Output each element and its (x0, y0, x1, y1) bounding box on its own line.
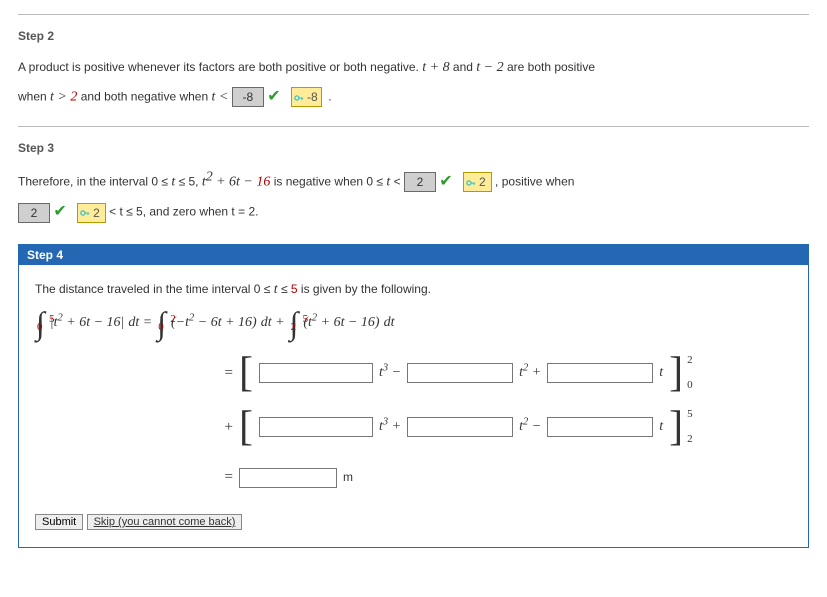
row1-lim-top: 2 (687, 355, 693, 366)
int1-dt: dt = (128, 310, 152, 337)
row1-eq: = (205, 359, 233, 388)
step3-key-value-1: 2 (479, 175, 486, 189)
step3-key-box-2[interactable]: 2 (77, 203, 106, 223)
step4-intro-a: The distance traveled in the time interv… (35, 282, 274, 296)
step2-cond1-lhs: t > (50, 89, 70, 104)
step4-intro-c: is given by the following. (301, 282, 431, 296)
int1-lb: 0 (37, 313, 43, 341)
step3-poly-16: 16 (256, 174, 270, 189)
step4-eval-grid: = [ t3 − t2 + t ] 2 0 + [ (35, 355, 792, 492)
row1-t: t (659, 360, 663, 387)
row1-limits: 2 0 (687, 355, 693, 391)
step4-eval-row-1: = [ t3 − t2 + t ] 2 0 (205, 355, 792, 391)
step2-period: . (328, 89, 331, 103)
step3-poly-sup: 2 (206, 169, 213, 184)
int1-ub: 5 (49, 305, 55, 333)
step3-key-value-2: 2 (93, 206, 100, 220)
step3-key-box-1[interactable]: 2 (463, 172, 492, 192)
row2-limits: 5 2 (687, 409, 693, 445)
row2-lim-top: 5 (687, 409, 693, 420)
int2-dt: dt + (261, 310, 285, 337)
key-icon (294, 93, 304, 103)
right-bracket-icon: ] (669, 412, 683, 442)
int2-ub: 2 (170, 305, 176, 333)
step4-intro: The distance traveled in the time interv… (35, 277, 792, 304)
step2-text-b: are both positive (507, 60, 595, 74)
row1-lim-bot: 0 (687, 380, 693, 391)
step3-leq5: ≤ 5, (179, 174, 202, 188)
step2-key-value-1: -8 (307, 90, 318, 104)
step2-cond2-lhs: t < (212, 89, 232, 104)
check-icon: ✔ (267, 82, 280, 112)
step4-eval-row-3: = m (205, 463, 792, 492)
row1-blank-c[interactable] (547, 363, 653, 383)
skip-link[interactable]: Skip (you cannot come back) (87, 514, 243, 530)
step2-answer-box-1: -8 (232, 87, 264, 107)
step4-intro-t: t (274, 282, 278, 297)
submit-button[interactable]: Submit (35, 514, 83, 530)
step4-integral-equation: ∫ 5 0 |t2 + 6t − 16| dt = ∫ 2 0 (−t2 − 6… (35, 309, 792, 337)
step3-answer-box-2: 2 (18, 203, 50, 223)
step3-text-a: Therefore, in the interval 0 ≤ (18, 174, 171, 188)
check-icon: ✔ (53, 197, 66, 227)
int3-ub: 5 (303, 305, 309, 333)
step4-intro-five: 5 (291, 282, 298, 296)
step2-and: and (453, 60, 476, 74)
integral-symbol-2: ∫ 2 0 (156, 309, 167, 337)
step4-heading: Step 4 (19, 245, 808, 265)
step3-poly-rest: + 6t − (216, 174, 256, 189)
step3-tvar-1: t (171, 174, 175, 189)
step2-text-c: when (18, 89, 50, 103)
step3-answer-box-1: 2 (404, 172, 436, 192)
step2-cond1-rhs: 2 (70, 89, 77, 104)
integral-symbol-1: ∫ 5 0 (35, 309, 46, 337)
step3-tail: < t ≤ 5, and zero when t = 2. (109, 205, 258, 219)
step2-heading: Step 2 (18, 29, 809, 43)
step3-text-pos: , positive when (495, 174, 574, 188)
integral-symbol-3: ∫ 5 2 (289, 309, 300, 337)
row1-blank-b[interactable] (407, 363, 513, 383)
step4-intro-b: ≤ (281, 282, 291, 296)
row2-lim-bot: 2 (687, 434, 693, 445)
step2-expr2: t − 2 (476, 60, 503, 75)
step2-text-d: and both negative when (81, 89, 212, 103)
step4-eval-row-2: + [ t3 + t2 − t ] 5 2 (205, 409, 792, 445)
row2-t: t (659, 414, 663, 441)
row3-unit: m (343, 466, 353, 489)
step4-card: Step 4 The distance traveled in the time… (18, 244, 809, 548)
left-bracket-icon: [ (239, 412, 253, 442)
step3-heading: Step 3 (18, 141, 809, 155)
int2-lb: 0 (158, 313, 164, 341)
step2-text-a: A product is positive whenever its facto… (18, 60, 422, 74)
step3-lt: < (394, 174, 404, 188)
key-icon (466, 178, 476, 188)
step3-body: Therefore, in the interval 0 ≤ t ≤ 5, t2… (18, 167, 809, 228)
right-bracket-icon: ] (669, 358, 683, 388)
step4-actions: Submit Skip (you cannot come back) (35, 510, 792, 533)
int3-lb: 2 (291, 313, 297, 341)
row2-blank-b[interactable] (407, 417, 513, 437)
step3-text-neg: is negative when 0 ≤ (274, 174, 387, 188)
step3-tvar-2: t (386, 174, 390, 189)
row2-blank-a[interactable] (259, 417, 373, 437)
row3-eq: = (205, 463, 233, 492)
row3-blank[interactable] (239, 468, 337, 488)
int3-dt: dt (384, 310, 395, 337)
step2-key-box-1[interactable]: -8 (291, 87, 322, 107)
check-icon: ✔ (439, 167, 452, 197)
row2-plus: + (205, 413, 233, 442)
left-bracket-icon: [ (239, 358, 253, 388)
step2-expr1: t + 8 (422, 60, 449, 75)
step2-body: A product is positive whenever its facto… (18, 55, 809, 112)
row2-blank-c[interactable] (547, 417, 653, 437)
row1-blank-a[interactable] (259, 363, 373, 383)
key-icon (80, 208, 90, 218)
